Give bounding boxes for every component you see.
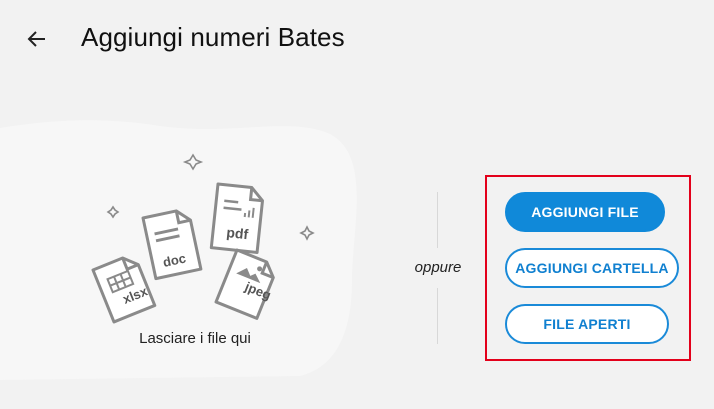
- add-folder-button[interactable]: AGGIUNGI CARTELLA: [505, 248, 679, 288]
- or-separator-label: oppure: [414, 259, 462, 276]
- drop-zone-label: Lasciare i file qui: [139, 330, 251, 347]
- pdf-file-icon: [209, 182, 264, 254]
- file-types-illustration: xlsx doc pdf jpeg: [91, 153, 315, 324]
- add-file-button[interactable]: AGGIUNGI FILE: [505, 192, 665, 232]
- sparkle-icon: [106, 205, 120, 219]
- open-files-button[interactable]: FILE APERTI: [505, 304, 669, 344]
- file-type-label: pdf: [226, 224, 250, 242]
- sparkle-icon: [182, 153, 204, 171]
- sparkle-icon: [299, 225, 315, 241]
- divider: [437, 192, 438, 248]
- divider: [437, 288, 438, 344]
